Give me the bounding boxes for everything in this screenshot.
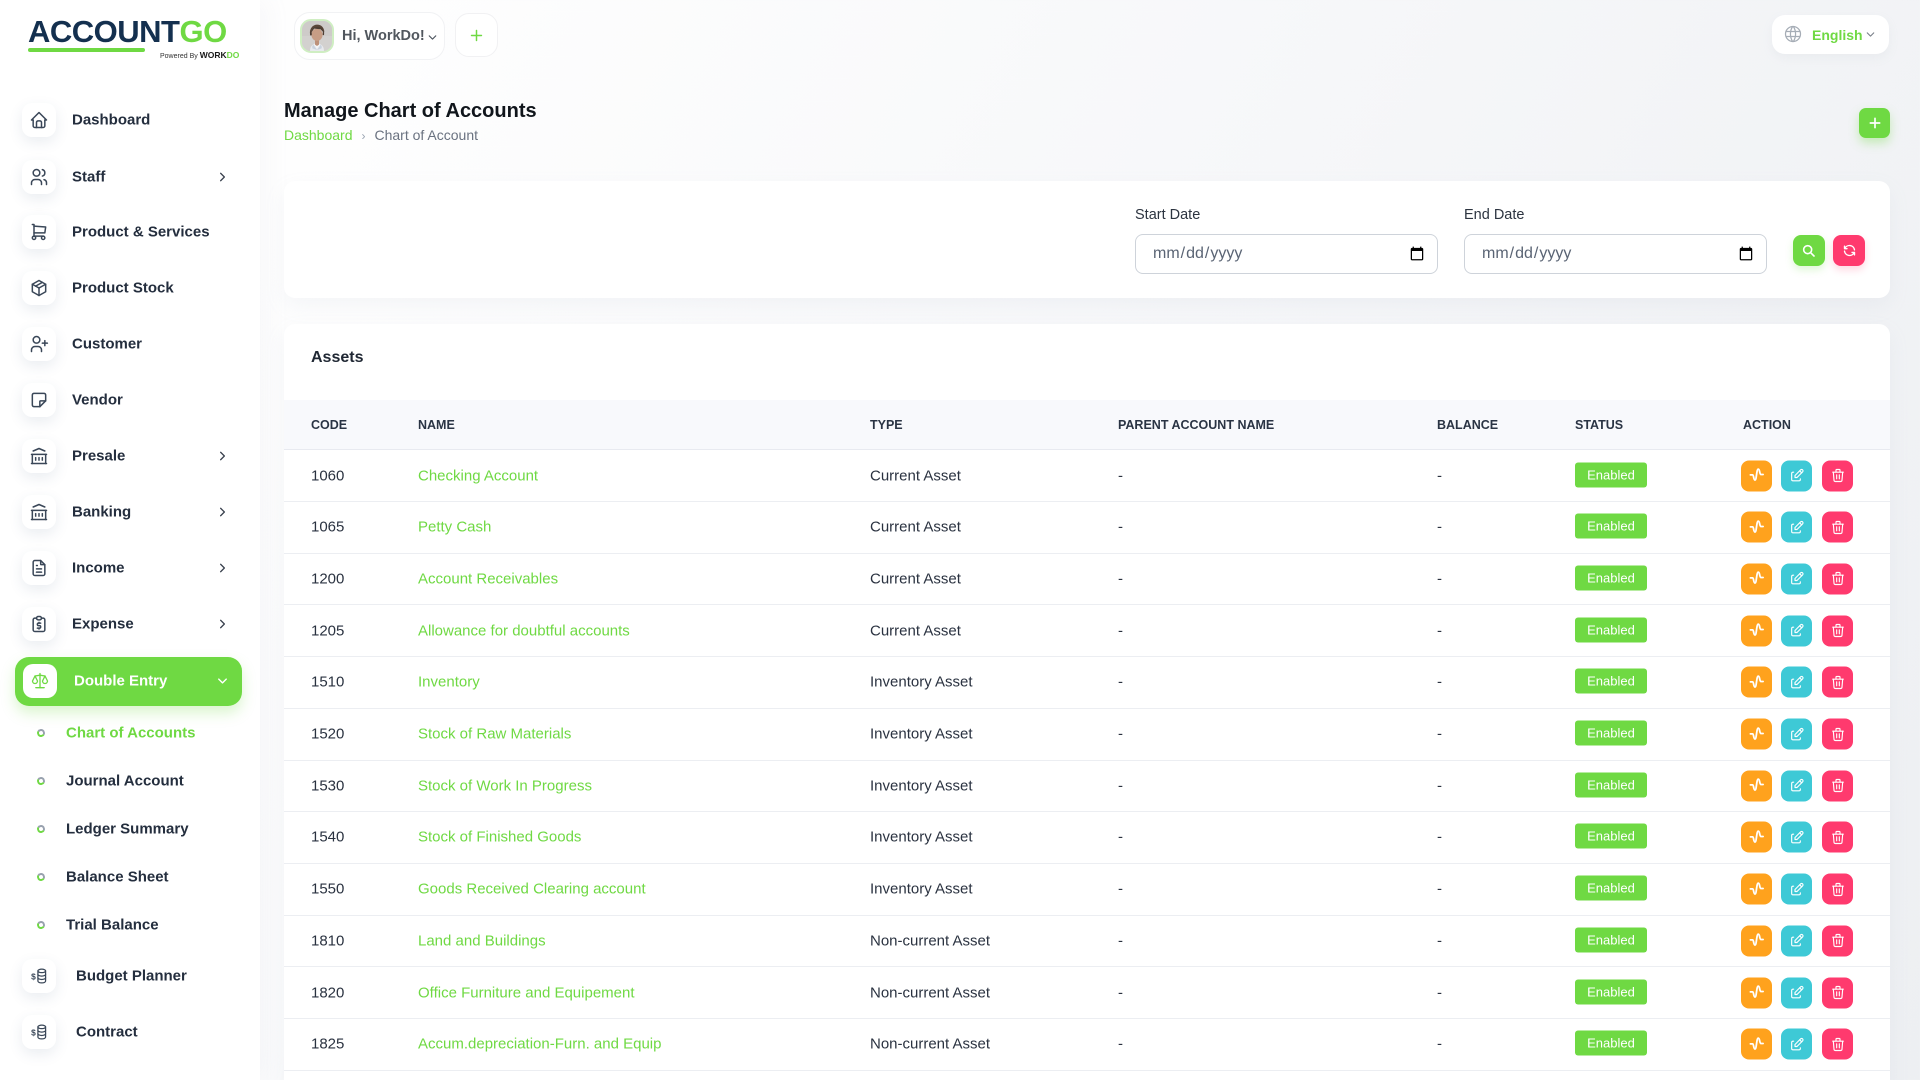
svg-text:$: $ <box>31 1027 36 1037</box>
svg-text:$: $ <box>31 971 36 981</box>
